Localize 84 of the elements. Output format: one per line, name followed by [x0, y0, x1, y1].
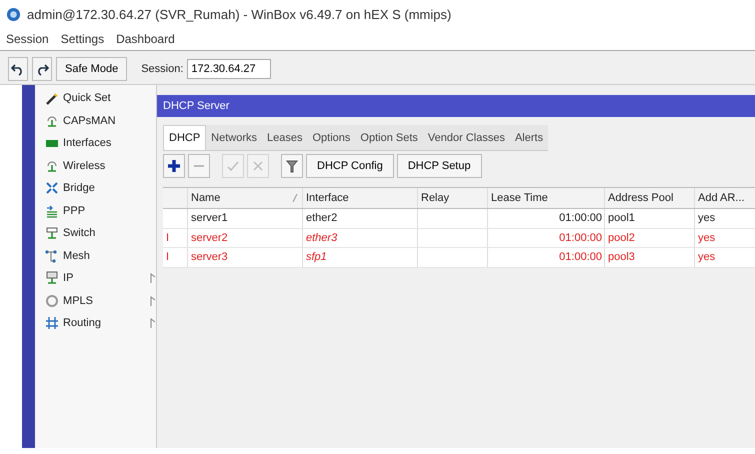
antenna-icon [45, 158, 60, 173]
table-cell-text: yes [697, 230, 716, 246]
sidebar-item[interactable]: Quick Set [35, 87, 156, 110]
sidebar-label: Mesh [63, 250, 90, 262]
sidebar-item[interactable]: IP [35, 267, 156, 290]
table-cell-text: yes [697, 211, 716, 226]
redo-button[interactable] [32, 57, 52, 81]
sidebar-label: Wireless [63, 160, 106, 172]
sidebar-item[interactable]: Routing [35, 312, 156, 334]
column-header[interactable]: Name [188, 188, 303, 208]
redo-icon [35, 62, 49, 76]
switch-icon [45, 226, 60, 240]
sidebar-label: Routing [63, 317, 101, 330]
undo-button[interactable] [8, 57, 28, 81]
plus-icon [167, 159, 181, 173]
table-cell: 01:00:00 [488, 228, 605, 247]
ip-icon [45, 271, 60, 286]
session-label: Session: [141, 63, 184, 75]
add-button[interactable] [163, 154, 185, 178]
bridge-icon [45, 181, 60, 196]
sidebar-label: Quick Set [63, 92, 111, 104]
column-header[interactable]: Address Pool [605, 188, 695, 208]
sidebar-item[interactable]: Wireless [35, 154, 156, 177]
ppp-icon [45, 204, 60, 218]
column-header[interactable]: Relay [418, 188, 488, 208]
sidebar-label: CAPsMAN [63, 114, 116, 127]
menu-item[interactable]: Session [6, 32, 49, 46]
header-label: Lease Time [491, 192, 548, 204]
sidebar-label: IP [63, 272, 74, 284]
table-cell: server2 [188, 228, 303, 247]
filter-button[interactable] [281, 154, 303, 178]
sidebar-item[interactable]: Bridge [35, 177, 156, 200]
table-cell: sfp1 [303, 248, 418, 266]
row-flag: I [163, 228, 188, 247]
check-icon [226, 159, 240, 173]
sidebar-label: Interfaces [63, 137, 112, 150]
table-cell: ether2 [303, 209, 418, 228]
table-cell-text: yes [697, 250, 716, 266]
header-label: Add AR... [698, 192, 744, 204]
sidebar-label: Bridge [63, 182, 95, 194]
routing-icon [45, 316, 60, 330]
table-cell: server1 [188, 209, 303, 228]
sidebar-item[interactable]: Interfaces [35, 132, 156, 154]
mesh-icon [45, 248, 60, 263]
cross-icon [251, 159, 265, 173]
row-flag: I [163, 248, 188, 266]
window-title: admin@172.30.64.27 (SVR_Rumah) - WinBox v6.49.7 on hEX S (mmips) [27, 6, 452, 22]
table-cell: server3 [188, 248, 303, 266]
column-header[interactable]: Lease Time [488, 188, 605, 208]
column-header[interactable]: Add AR... [695, 188, 755, 208]
table-cell: 01:00:00 [488, 209, 605, 228]
sidebar-label: MPLS [63, 294, 93, 307]
header-label: Relay [421, 192, 450, 204]
table-cell: pool2 [605, 228, 695, 247]
header-label: Address Pool [608, 192, 674, 204]
sidebar-item[interactable]: MPLS [35, 290, 156, 312]
toolbar-button[interactable]: DHCP Setup [396, 154, 482, 178]
table-cell: pool3 [605, 248, 695, 266]
header-label: Interface [306, 192, 349, 204]
sidebar-label: PPP [63, 204, 86, 217]
panel-title: DHCP Server [157, 95, 755, 117]
ring-icon [45, 294, 60, 308]
undo-icon [11, 62, 25, 76]
menu-item[interactable]: Dashboard [116, 32, 175, 46]
table-cell: ether3 [303, 228, 418, 247]
tab[interactable]: DHCP [163, 125, 206, 150]
sidebar-label: Switch [63, 227, 96, 240]
app-icon [6, 6, 21, 22]
header-label: Name [191, 192, 220, 204]
toolbar-button[interactable]: DHCP Config [306, 154, 394, 178]
sidebar-item[interactable]: Mesh [35, 244, 156, 267]
table-cell: 01:00:00 [488, 248, 605, 266]
session-field[interactable]: 172.30.64.27 [187, 59, 272, 79]
sort-icon [292, 194, 298, 202]
wand-icon [45, 91, 60, 106]
table-cell: pool1 [605, 209, 695, 228]
filter-icon [285, 159, 299, 173]
menu-item[interactable]: Settings [60, 32, 104, 46]
sidebar-item[interactable]: CAPsMAN [35, 110, 156, 132]
antenna-icon [45, 114, 60, 128]
sidebar-item[interactable]: PPP [35, 200, 156, 222]
column-header[interactable]: Interface [303, 188, 418, 208]
sidebar-item[interactable]: Switch [35, 222, 156, 244]
safe-mode-button[interactable]: Safe Mode [56, 57, 128, 81]
